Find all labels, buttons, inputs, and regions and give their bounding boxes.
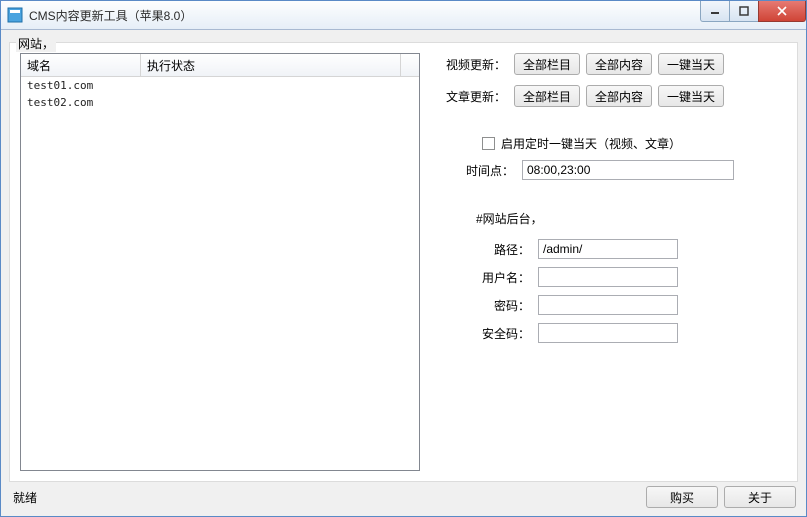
about-button[interactable]: 关于: [724, 486, 796, 508]
timepoint-input[interactable]: [522, 160, 734, 180]
app-window: CMS内容更新工具（苹果8.0） 网站， 域名 执行状态: [0, 0, 807, 517]
sites-table[interactable]: 域名 执行状态 test01.com test02.com: [20, 53, 420, 471]
right-pane: 视频更新： 全部栏目 全部内容 一键当天 文章更新： 全部栏目 全部内容 一键当…: [420, 53, 787, 471]
video-all-columns-button[interactable]: 全部栏目: [514, 53, 580, 75]
buy-button[interactable]: 购买: [646, 486, 718, 508]
article-update-label: 文章更新：: [442, 88, 506, 105]
path-row: 路径：: [460, 239, 783, 259]
minimize-button[interactable]: [700, 1, 730, 22]
path-input[interactable]: [538, 239, 678, 259]
window-buttons: [701, 1, 806, 21]
sites-group: 网站， 域名 执行状态 test01.com test02.c: [9, 42, 798, 482]
cell-domain: test02.com: [21, 96, 141, 109]
titlebar: CMS内容更新工具（苹果8.0）: [1, 1, 806, 30]
pass-row: 密码：: [460, 295, 783, 315]
col-domain[interactable]: 域名: [21, 54, 141, 76]
client-area: 网站， 域名 执行状态 test01.com test02.c: [1, 30, 806, 516]
article-update-row: 文章更新： 全部栏目 全部内容 一键当天: [442, 85, 783, 107]
article-all-content-button[interactable]: 全部内容: [586, 85, 652, 107]
user-label: 用户名：: [460, 269, 530, 286]
timepoint-row: 时间点：: [460, 160, 783, 180]
maximize-button[interactable]: [729, 1, 759, 22]
window-title: CMS内容更新工具（苹果8.0）: [29, 7, 701, 24]
code-label: 安全码：: [460, 325, 530, 342]
status-text: 就绪: [13, 489, 646, 506]
schedule-checkbox[interactable]: [482, 137, 495, 150]
schedule-row: 启用定时一键当天（视频、文章）: [482, 135, 783, 152]
table-body: test01.com test02.com: [21, 77, 419, 470]
video-update-label: 视频更新：: [442, 56, 506, 73]
app-icon: [7, 7, 23, 23]
pass-input[interactable]: [538, 295, 678, 315]
cell-domain: test01.com: [21, 79, 141, 92]
code-row: 安全码：: [460, 323, 783, 343]
path-label: 路径：: [460, 241, 530, 258]
schedule-checkbox-label: 启用定时一键当天（视频、文章）: [501, 135, 681, 152]
table-header: 域名 执行状态: [21, 54, 419, 77]
user-input[interactable]: [538, 267, 678, 287]
article-today-button[interactable]: 一键当天: [658, 85, 724, 107]
table-row[interactable]: test01.com: [21, 77, 419, 94]
group-label: 网站，: [16, 35, 56, 52]
left-pane: 域名 执行状态 test01.com test02.com: [20, 53, 420, 471]
backend-header: #网站后台，: [476, 210, 783, 227]
code-input[interactable]: [538, 323, 678, 343]
col-spacer: [401, 54, 419, 76]
video-update-row: 视频更新： 全部栏目 全部内容 一键当天: [442, 53, 783, 75]
video-all-content-button[interactable]: 全部内容: [586, 53, 652, 75]
backend-form: 路径： 用户名： 密码： 安全码：: [460, 239, 783, 343]
close-button[interactable]: [758, 1, 806, 22]
pass-label: 密码：: [460, 297, 530, 314]
article-all-columns-button[interactable]: 全部栏目: [514, 85, 580, 107]
user-row: 用户名：: [460, 267, 783, 287]
table-row[interactable]: test02.com: [21, 94, 419, 111]
video-today-button[interactable]: 一键当天: [658, 53, 724, 75]
statusbar: 就绪 购买 关于: [9, 482, 798, 510]
col-status[interactable]: 执行状态: [141, 54, 401, 76]
timepoint-label: 时间点：: [460, 162, 514, 179]
